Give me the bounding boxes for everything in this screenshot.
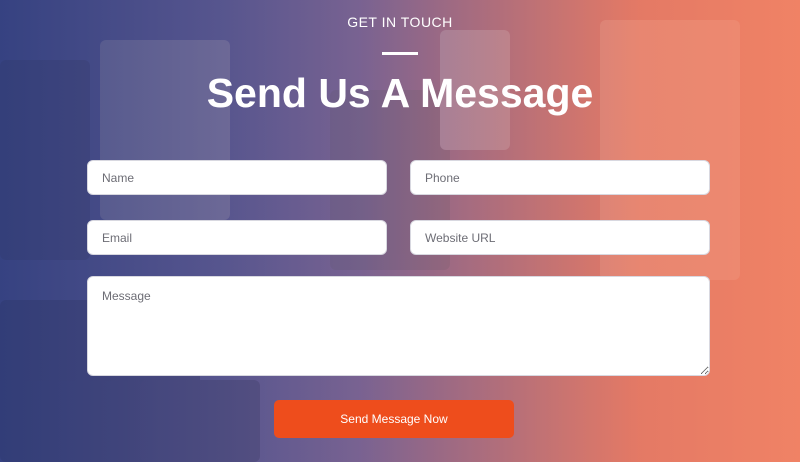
website-url-input[interactable]	[410, 220, 710, 255]
message-textarea[interactable]	[87, 276, 710, 376]
section-eyebrow: GET IN TOUCH	[347, 14, 453, 30]
name-input[interactable]	[87, 160, 387, 195]
contact-form-section: GET IN TOUCH Send Us A Message Send Mess…	[0, 0, 800, 462]
contact-hero: GET IN TOUCH Send Us A Message Send Mess…	[0, 0, 800, 462]
send-message-button[interactable]: Send Message Now	[274, 400, 514, 438]
email-input[interactable]	[87, 220, 387, 255]
phone-input[interactable]	[410, 160, 710, 195]
section-title: Send Us A Message	[206, 70, 594, 116]
title-divider	[382, 52, 418, 55]
